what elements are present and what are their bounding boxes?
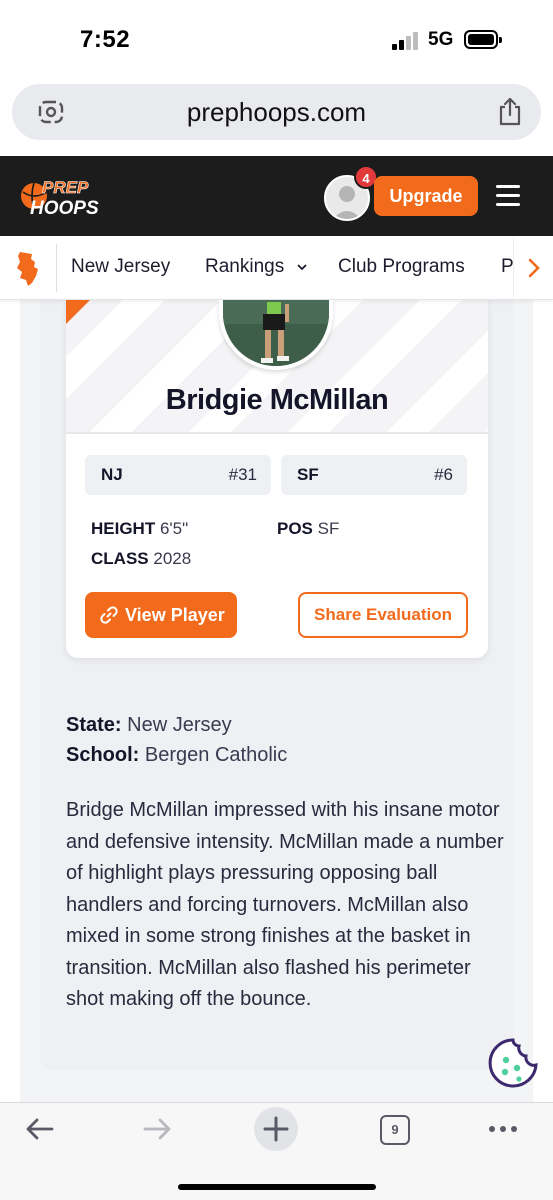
class-stat: CLASS 2028: [91, 549, 191, 569]
position-rank-value: #6: [434, 465, 453, 484]
battery-icon: [464, 30, 502, 49]
class-value: 2028: [153, 549, 192, 568]
nav-scroll-right[interactable]: [513, 238, 553, 298]
nav-item-overflow[interactable]: P: [501, 256, 514, 278]
plus-icon: [263, 1116, 289, 1142]
height-stat: HEIGHT 6'5": [91, 519, 188, 539]
tabs-icon[interactable]: 9: [380, 1115, 410, 1145]
state-detail-label: State:: [66, 714, 122, 736]
position-rank-label: SF: [297, 465, 319, 484]
state-rank-box: NJ #31: [85, 455, 271, 495]
evaluation-text: Bridge McMillan impressed with his insan…: [66, 799, 504, 1010]
nav-item-rankings-label: Rankings: [205, 256, 285, 277]
height-label: HEIGHT: [91, 519, 156, 538]
status-bar: 7:52 5G: [0, 0, 553, 80]
url-text[interactable]: prephoops.com: [12, 97, 541, 128]
hamburger-menu-icon[interactable]: [496, 185, 520, 207]
position-stat: POS SF: [277, 519, 339, 539]
url-bar[interactable]: prephoops.com: [12, 84, 541, 140]
school-detail: School: Bergen Catholic: [66, 744, 287, 767]
nav-divider: [56, 244, 57, 292]
new-jersey-state-icon[interactable]: [14, 250, 42, 288]
pos-value: SF: [317, 519, 340, 538]
pos-label: POS: [277, 519, 313, 538]
share-evaluation-button[interactable]: Share Evaluation: [298, 592, 468, 638]
nav-item-new-jersey[interactable]: New Jersey: [71, 256, 170, 278]
height-value: 6'5": [159, 519, 189, 538]
share-icon[interactable]: [497, 96, 523, 126]
prephoops-logo[interactable]: PREP HOOPS: [20, 174, 120, 220]
view-player-label: View Player: [125, 605, 225, 625]
new-tab-button[interactable]: [254, 1107, 298, 1151]
logo-line1: PREP: [42, 178, 89, 197]
school-detail-value: Bergen Catholic: [144, 744, 288, 766]
chevron-down-icon: [296, 264, 307, 271]
state-rank-label: NJ: [101, 465, 123, 484]
forward-arrow-icon[interactable]: [141, 1112, 175, 1146]
chevron-right-icon: [528, 258, 540, 278]
upgrade-button[interactable]: Upgrade: [374, 176, 478, 216]
nav-item-rankings[interactable]: Rankings: [205, 256, 308, 278]
back-arrow-icon[interactable]: [22, 1112, 56, 1146]
more-icon[interactable]: [486, 1112, 520, 1146]
nav-item-club-programs[interactable]: Club Programs: [338, 256, 465, 278]
position-rank-box: SF #6: [281, 455, 467, 495]
network-label: 5G: [428, 29, 454, 50]
home-indicator: [178, 1184, 376, 1190]
player-name: Bridgie McMillan: [165, 384, 389, 416]
link-icon: [100, 606, 118, 624]
state-detail-value: New Jersey: [127, 714, 232, 736]
view-player-button[interactable]: View Player: [85, 592, 237, 638]
school-detail-label: School:: [66, 744, 140, 766]
state-rank-value: #31: [228, 465, 257, 484]
status-time: 7:52: [80, 26, 131, 53]
logo-line2: HOOPS: [30, 198, 99, 219]
signal-icon: [392, 30, 420, 50]
class-label: CLASS: [91, 549, 149, 568]
state-detail: State: New Jersey: [66, 714, 232, 737]
cookie-icon[interactable]: [486, 1036, 540, 1090]
